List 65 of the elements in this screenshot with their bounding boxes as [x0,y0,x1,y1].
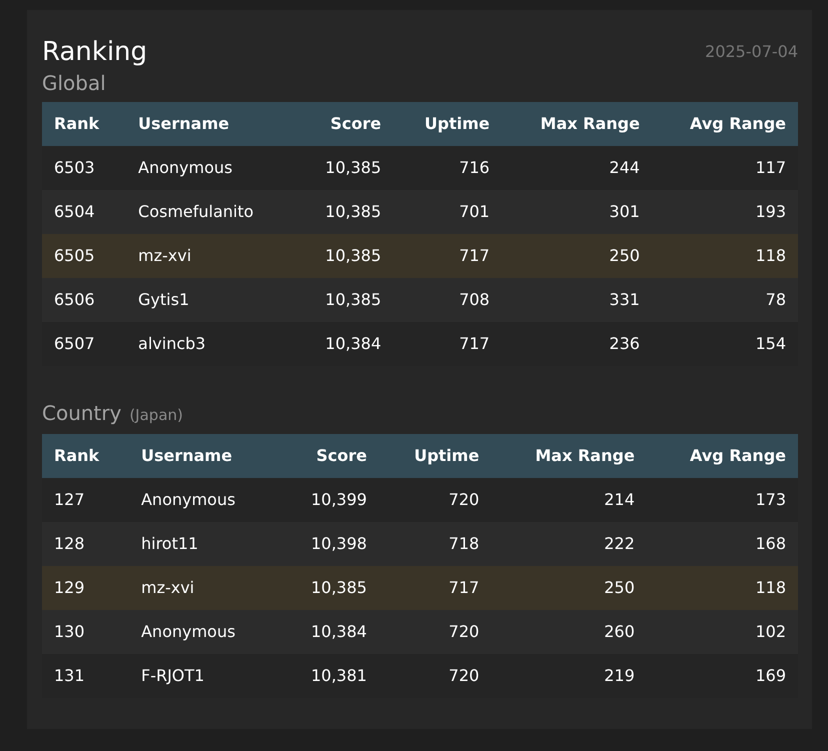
table-cell: 718 [378,522,492,566]
column-header: Uptime [378,434,492,478]
table-cell: 10,385 [296,234,394,278]
column-header: Max Range [502,102,652,146]
column-header: Rank [42,434,130,478]
table-cell: 128 [42,522,130,566]
table-cell: 118 [646,566,798,610]
column-header: Username [126,102,296,146]
table-cell: Cosmefulanito [126,190,296,234]
table-cell: 331 [502,278,652,322]
table-cell: mz-xvi [126,234,296,278]
table-cell: 720 [378,478,492,522]
table-cell: 716 [393,146,502,190]
table-cell: 78 [652,278,798,322]
section-subheading: (Japan) [129,405,183,426]
table-cell: 10,385 [278,566,379,610]
column-header: Rank [42,102,126,146]
table-cell: Anonymous [129,478,278,522]
page-title: Ranking [42,36,148,68]
table-cell: 102 [646,610,798,654]
table-cell: 222 [491,522,647,566]
table-cell: 244 [502,146,652,190]
table-cell: 10,385 [296,190,394,234]
table-cell: Anonymous [129,610,278,654]
table-cell: 708 [393,278,502,322]
table-cell: 701 [393,190,502,234]
table-cell: 717 [393,234,502,278]
section-heading: Country [42,400,122,426]
table-cell: 10,398 [278,522,379,566]
table-cell: 260 [491,610,647,654]
table-cell: 6503 [42,146,126,190]
column-header: Avg Range [652,102,798,146]
table-cell: 10,385 [296,146,394,190]
table-cell: 117 [652,146,798,190]
table-cell: Anonymous [126,146,296,190]
table-cell: 127 [42,478,130,522]
table-cell: 6505 [42,234,126,278]
column-header: Score [296,102,394,146]
date-text: 2025-07-04 [705,41,798,63]
table-cell: 129 [42,566,130,610]
table-cell: 301 [502,190,652,234]
table-cell: 118 [652,234,798,278]
table-cell: 173 [646,478,798,522]
table-cell: 717 [378,566,492,610]
table-cell: 250 [502,234,652,278]
table-cell: 6506 [42,278,126,322]
column-header: Avg Range [646,434,798,478]
table-cell: 130 [42,610,130,654]
column-header: Username [129,434,278,478]
table-cell: 10,399 [278,478,379,522]
table-cell: 6504 [42,190,126,234]
table-cell: hirot11 [129,522,278,566]
column-header: Score [278,434,379,478]
column-header: Max Range [491,434,647,478]
table-cell: 720 [378,610,492,654]
table-cell: 214 [491,478,647,522]
table-cell: 168 [646,522,798,566]
table-cell: 10,384 [278,610,379,654]
table-cell: Gytis1 [126,278,296,322]
table-cell: 250 [491,566,647,610]
table-cell: 10,385 [296,278,394,322]
table-cell: mz-xvi [129,566,278,610]
section-heading: Global [42,70,106,96]
table-cell: 193 [652,190,798,234]
column-header: Uptime [393,102,502,146]
